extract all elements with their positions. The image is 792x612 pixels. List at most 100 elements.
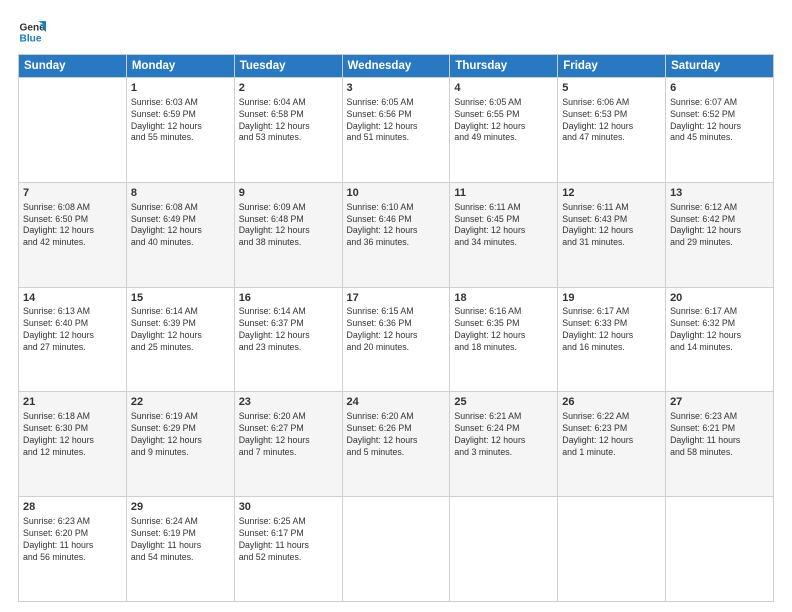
day-info: and 51 minutes. <box>347 132 446 144</box>
day-info: and 20 minutes. <box>347 342 446 354</box>
day-info: Sunset: 6:50 PM <box>23 214 122 226</box>
day-info: Sunset: 6:37 PM <box>239 318 338 330</box>
calendar-cell: 24Sunrise: 6:20 AMSunset: 6:26 PMDayligh… <box>342 392 450 497</box>
week-row-3: 21Sunrise: 6:18 AMSunset: 6:30 PMDayligh… <box>19 392 774 497</box>
header: General Blue <box>18 18 774 46</box>
day-info: Sunset: 6:49 PM <box>131 214 230 226</box>
day-info: Sunset: 6:53 PM <box>562 109 661 121</box>
day-info: Daylight: 12 hours <box>670 330 769 342</box>
day-info: Daylight: 12 hours <box>239 225 338 237</box>
day-info: Sunset: 6:36 PM <box>347 318 446 330</box>
week-row-1: 7Sunrise: 6:08 AMSunset: 6:50 PMDaylight… <box>19 182 774 287</box>
day-info: Sunset: 6:27 PM <box>239 423 338 435</box>
day-info: Sunset: 6:42 PM <box>670 214 769 226</box>
day-info: Sunrise: 6:05 AM <box>347 97 446 109</box>
day-info: Sunrise: 6:04 AM <box>239 97 338 109</box>
calendar-cell: 2Sunrise: 6:04 AMSunset: 6:58 PMDaylight… <box>234 78 342 183</box>
day-number: 8 <box>131 186 230 201</box>
day-info: and 14 minutes. <box>670 342 769 354</box>
day-info: and 9 minutes. <box>131 447 230 459</box>
week-row-2: 14Sunrise: 6:13 AMSunset: 6:40 PMDayligh… <box>19 287 774 392</box>
day-info: Sunrise: 6:22 AM <box>562 411 661 423</box>
day-info: and 18 minutes. <box>454 342 553 354</box>
day-info: Daylight: 12 hours <box>347 225 446 237</box>
day-number: 27 <box>670 395 769 410</box>
day-info: and 29 minutes. <box>670 237 769 249</box>
day-info: Sunrise: 6:12 AM <box>670 202 769 214</box>
day-info: Sunset: 6:48 PM <box>239 214 338 226</box>
weekday-header-sunday: Sunday <box>19 55 127 78</box>
day-info: Sunrise: 6:18 AM <box>23 411 122 423</box>
calendar-cell: 1Sunrise: 6:03 AMSunset: 6:59 PMDaylight… <box>126 78 234 183</box>
day-info: Sunrise: 6:07 AM <box>670 97 769 109</box>
weekday-header-friday: Friday <box>558 55 666 78</box>
day-info: Sunrise: 6:20 AM <box>347 411 446 423</box>
day-number: 5 <box>562 81 661 96</box>
day-info: Sunrise: 6:09 AM <box>239 202 338 214</box>
day-info: Daylight: 12 hours <box>347 121 446 133</box>
calendar-cell: 14Sunrise: 6:13 AMSunset: 6:40 PMDayligh… <box>19 287 127 392</box>
day-info: Daylight: 12 hours <box>347 330 446 342</box>
day-number: 28 <box>23 500 122 515</box>
day-info: and 49 minutes. <box>454 132 553 144</box>
day-info: Sunrise: 6:13 AM <box>23 306 122 318</box>
day-info: Sunset: 6:55 PM <box>454 109 553 121</box>
weekday-header-saturday: Saturday <box>666 55 774 78</box>
day-info: Sunset: 6:46 PM <box>347 214 446 226</box>
day-info: and 45 minutes. <box>670 132 769 144</box>
day-info: Daylight: 12 hours <box>23 435 122 447</box>
calendar-cell: 4Sunrise: 6:05 AMSunset: 6:55 PMDaylight… <box>450 78 558 183</box>
calendar-cell: 30Sunrise: 6:25 AMSunset: 6:17 PMDayligh… <box>234 497 342 602</box>
day-info: and 53 minutes. <box>239 132 338 144</box>
day-info: and 56 minutes. <box>23 552 122 564</box>
day-info: Daylight: 11 hours <box>670 435 769 447</box>
week-row-0: 1Sunrise: 6:03 AMSunset: 6:59 PMDaylight… <box>19 78 774 183</box>
calendar-cell: 15Sunrise: 6:14 AMSunset: 6:39 PMDayligh… <box>126 287 234 392</box>
day-info: Sunrise: 6:11 AM <box>454 202 553 214</box>
day-number: 11 <box>454 186 553 201</box>
day-info: and 27 minutes. <box>23 342 122 354</box>
day-info: Daylight: 12 hours <box>239 121 338 133</box>
day-info: Daylight: 11 hours <box>131 540 230 552</box>
day-info: Daylight: 12 hours <box>670 121 769 133</box>
day-info: Sunrise: 6:16 AM <box>454 306 553 318</box>
day-info: and 47 minutes. <box>562 132 661 144</box>
day-info: Sunrise: 6:03 AM <box>131 97 230 109</box>
weekday-header-tuesday: Tuesday <box>234 55 342 78</box>
calendar-cell: 7Sunrise: 6:08 AMSunset: 6:50 PMDaylight… <box>19 182 127 287</box>
day-info: Sunrise: 6:23 AM <box>670 411 769 423</box>
day-info: Sunset: 6:56 PM <box>347 109 446 121</box>
day-info: Daylight: 12 hours <box>454 121 553 133</box>
day-info: Sunset: 6:40 PM <box>23 318 122 330</box>
day-info: Sunrise: 6:14 AM <box>131 306 230 318</box>
day-info: and 58 minutes. <box>670 447 769 459</box>
calendar-cell: 11Sunrise: 6:11 AMSunset: 6:45 PMDayligh… <box>450 182 558 287</box>
day-number: 24 <box>347 395 446 410</box>
day-number: 12 <box>562 186 661 201</box>
calendar-cell: 8Sunrise: 6:08 AMSunset: 6:49 PMDaylight… <box>126 182 234 287</box>
day-info: Sunset: 6:32 PM <box>670 318 769 330</box>
day-info: Sunrise: 6:14 AM <box>239 306 338 318</box>
page: General Blue SundayMondayTuesdayWednesda… <box>0 0 792 612</box>
day-info: and 38 minutes. <box>239 237 338 249</box>
day-info: and 36 minutes. <box>347 237 446 249</box>
day-info: Sunset: 6:26 PM <box>347 423 446 435</box>
week-row-4: 28Sunrise: 6:23 AMSunset: 6:20 PMDayligh… <box>19 497 774 602</box>
calendar-cell: 26Sunrise: 6:22 AMSunset: 6:23 PMDayligh… <box>558 392 666 497</box>
calendar-cell: 12Sunrise: 6:11 AMSunset: 6:43 PMDayligh… <box>558 182 666 287</box>
logo: General Blue <box>18 18 50 46</box>
day-info: Sunrise: 6:21 AM <box>454 411 553 423</box>
calendar-cell: 9Sunrise: 6:09 AMSunset: 6:48 PMDaylight… <box>234 182 342 287</box>
calendar-cell: 18Sunrise: 6:16 AMSunset: 6:35 PMDayligh… <box>450 287 558 392</box>
day-info: Daylight: 12 hours <box>23 225 122 237</box>
day-info: and 31 minutes. <box>562 237 661 249</box>
calendar-cell: 25Sunrise: 6:21 AMSunset: 6:24 PMDayligh… <box>450 392 558 497</box>
day-number: 4 <box>454 81 553 96</box>
day-info: Sunset: 6:20 PM <box>23 528 122 540</box>
day-info: Sunrise: 6:05 AM <box>454 97 553 109</box>
day-info: Sunrise: 6:17 AM <box>670 306 769 318</box>
day-info: Daylight: 12 hours <box>131 225 230 237</box>
calendar-cell: 6Sunrise: 6:07 AMSunset: 6:52 PMDaylight… <box>666 78 774 183</box>
day-number: 19 <box>562 291 661 306</box>
day-info: Sunset: 6:35 PM <box>454 318 553 330</box>
